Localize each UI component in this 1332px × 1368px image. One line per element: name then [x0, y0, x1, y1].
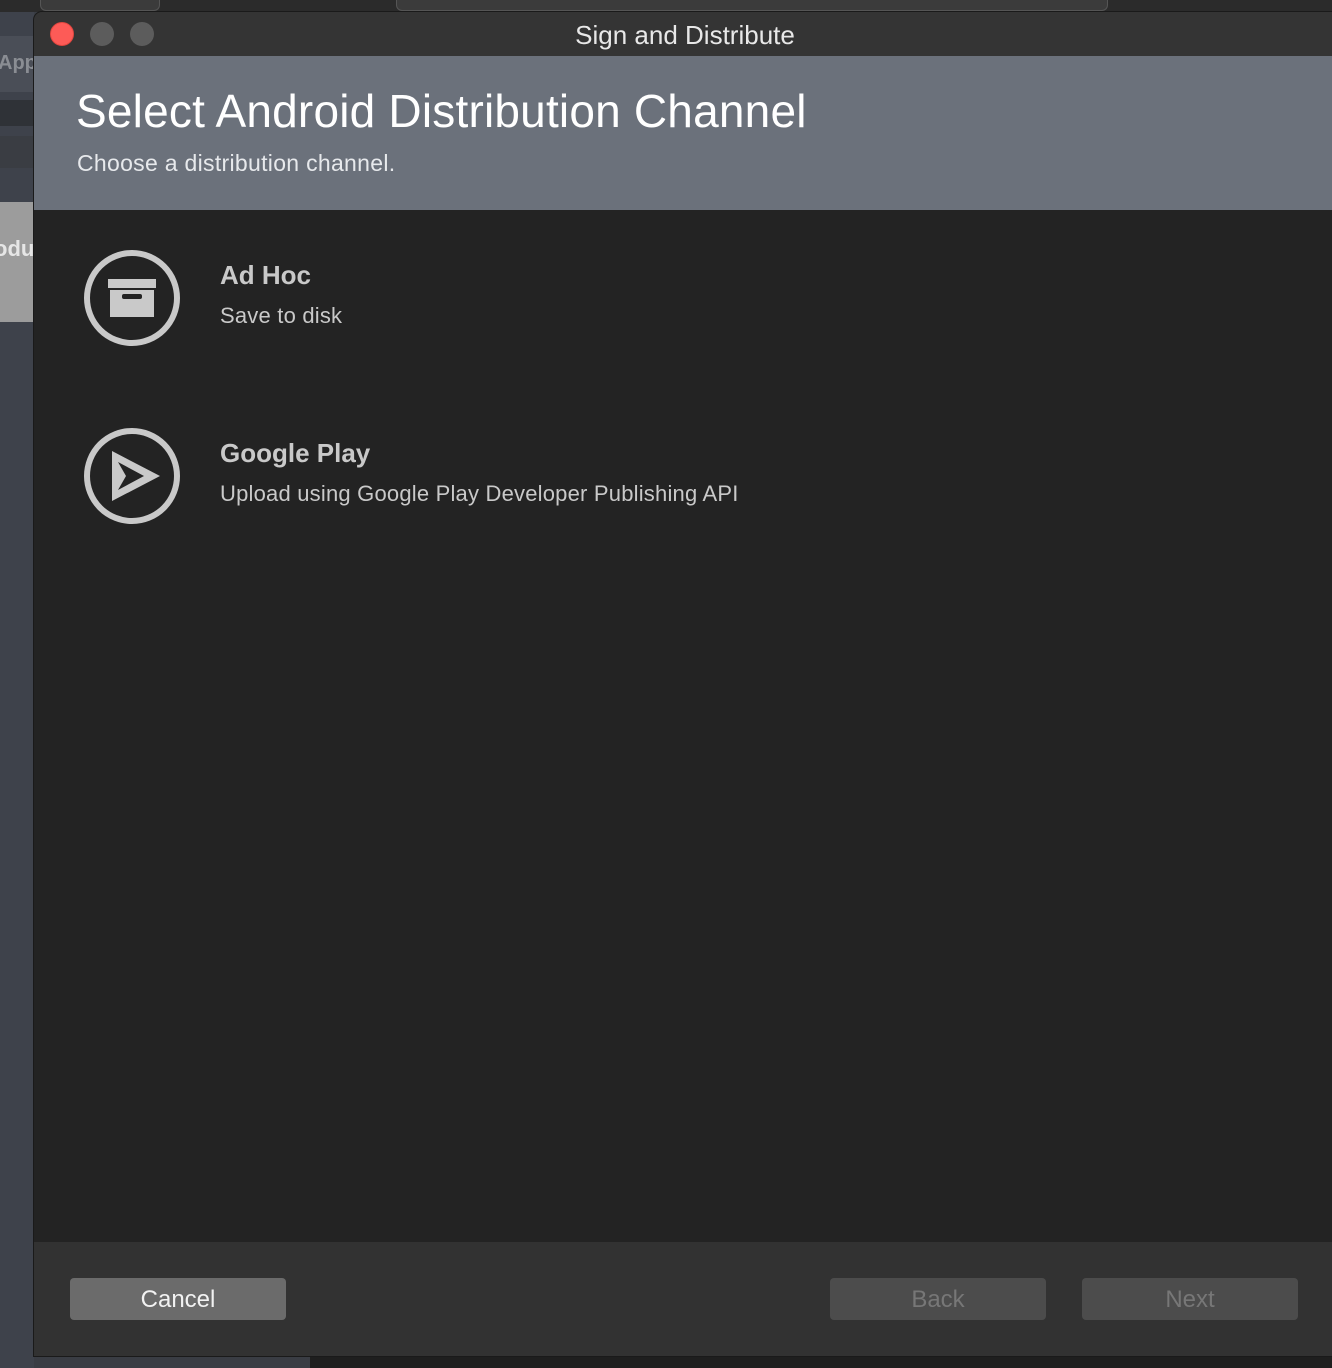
channel-option-title: Google Play [220, 438, 371, 468]
background-bottom-area [310, 1356, 1332, 1368]
page-subtitle: Choose a distribution channel. [77, 150, 396, 176]
play-icon [82, 426, 182, 526]
back-button[interactable]: Back [830, 1278, 1046, 1320]
background-label: odu [0, 236, 35, 261]
background-sidebar-row [0, 136, 34, 168]
page-title: Select Android Distribution Channel [76, 85, 807, 137]
channel-option-ad-hoc[interactable]: Ad Hoc Save to disk [82, 248, 982, 348]
next-button[interactable]: Next [1082, 1278, 1298, 1320]
background-tab[interactable] [40, 0, 160, 11]
dialog-header: Select Android Distribution Channel Choo… [34, 56, 1332, 210]
background-sidebar [0, 12, 34, 1368]
channel-option-title: Ad Hoc [220, 260, 311, 290]
channel-option-description: Upload using Google Play Developer Publi… [220, 481, 739, 506]
channel-option-google-play[interactable]: Google Play Upload using Google Play Dev… [82, 426, 982, 526]
background-tab[interactable] [396, 0, 1108, 11]
cancel-button[interactable]: Cancel [70, 1278, 286, 1320]
title-bar: Sign and Distribute [34, 12, 1332, 57]
archive-box-icon [82, 248, 182, 348]
background-sidebar-row [0, 100, 34, 126]
background-sidebar-selected-row [0, 202, 34, 322]
dialog-footer: Cancel Back Next [34, 1242, 1332, 1356]
background-label: App [0, 52, 37, 74]
channel-option-description: Save to disk [220, 303, 343, 328]
background-toolbar [0, 0, 1332, 12]
window-title: Sign and Distribute [575, 20, 795, 50]
sign-and-distribute-dialog: Sign and Distribute Select Android Distr… [34, 12, 1332, 1356]
